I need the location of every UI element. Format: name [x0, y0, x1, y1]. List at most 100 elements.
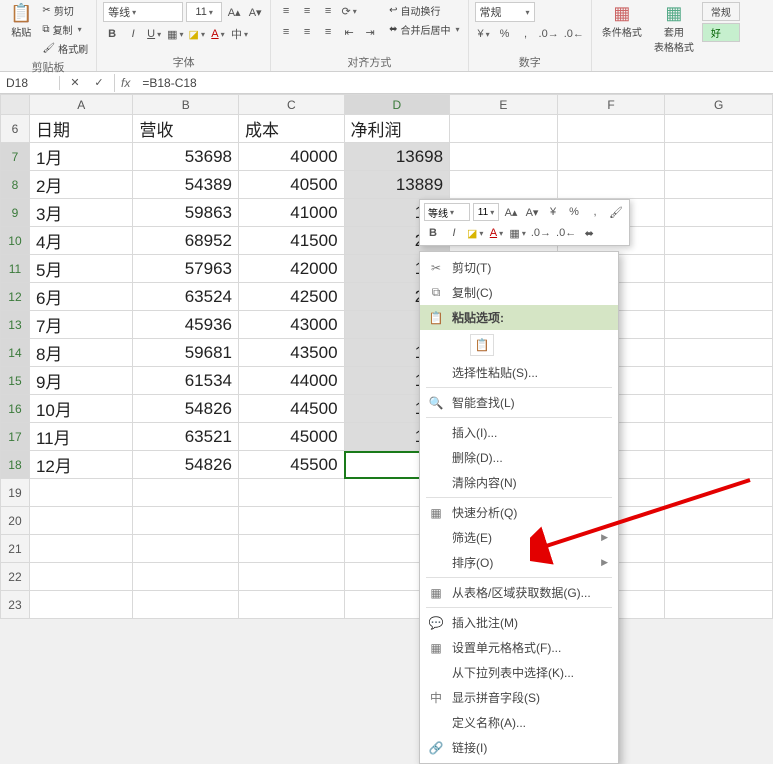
cell[interactable]: 13698: [344, 143, 450, 171]
cell[interactable]: 成本: [239, 115, 345, 143]
decrease-indent-button[interactable]: ⇤: [340, 23, 358, 41]
mini-currency-button[interactable]: ¥: [544, 203, 562, 221]
cell[interactable]: 44000: [239, 367, 345, 395]
cell[interactable]: 57963: [133, 255, 239, 283]
mini-inc-decimal-button[interactable]: .0→: [530, 224, 552, 242]
ctx-get-from-table[interactable]: ▦从表格/区域获取数据(G)...: [420, 580, 618, 605]
fill-color-button[interactable]: ◪▾: [188, 25, 206, 43]
column-header[interactable]: D: [344, 95, 450, 115]
align-center-button[interactable]: ≡: [298, 23, 316, 41]
ctx-quick-analysis[interactable]: ▦快速分析(Q): [420, 500, 618, 525]
mini-increase-font[interactable]: A▴: [502, 203, 520, 221]
cell[interactable]: [665, 339, 773, 367]
cell[interactable]: 59863: [133, 199, 239, 227]
row-header[interactable]: 11: [1, 255, 30, 283]
row-header[interactable]: 23: [1, 591, 30, 619]
cell[interactable]: 13889: [344, 171, 450, 199]
cell[interactable]: [133, 479, 239, 507]
cell[interactable]: [665, 199, 773, 227]
row-header[interactable]: 16: [1, 395, 30, 423]
font-name-select[interactable]: 等线▾: [103, 2, 183, 22]
row-header[interactable]: 8: [1, 171, 30, 199]
orientation-button[interactable]: ⟳▾: [340, 2, 358, 20]
cell[interactable]: [665, 591, 773, 619]
cell[interactable]: [665, 115, 773, 143]
row-header[interactable]: 22: [1, 563, 30, 591]
row-header[interactable]: 13: [1, 311, 30, 339]
row-header[interactable]: 6: [1, 115, 30, 143]
cell[interactable]: 42000: [239, 255, 345, 283]
border-button[interactable]: ▦▾: [166, 25, 184, 43]
cell[interactable]: 净利润: [344, 115, 450, 143]
cell[interactable]: 1月: [29, 143, 132, 171]
cut-button[interactable]: ✂ 剪切: [40, 2, 90, 19]
cell[interactable]: [239, 591, 345, 619]
mini-decrease-font[interactable]: A▾: [523, 203, 541, 221]
mini-fill-color-button[interactable]: ◪▾: [466, 224, 484, 242]
row-header[interactable]: 19: [1, 479, 30, 507]
underline-button[interactable]: U▾: [145, 25, 163, 43]
cell[interactable]: [665, 283, 773, 311]
cell[interactable]: [665, 423, 773, 451]
mini-border-button[interactable]: ▦▾: [508, 224, 526, 242]
cell[interactable]: [665, 143, 773, 171]
table-style-button[interactable]: ▦ 套用 表格格式: [650, 2, 698, 56]
ctx-define-name[interactable]: 定义名称(A)...: [420, 710, 618, 735]
cell[interactable]: [239, 563, 345, 591]
cell[interactable]: 40000: [239, 143, 345, 171]
cell[interactable]: [665, 395, 773, 423]
cell[interactable]: 41500: [239, 227, 345, 255]
formula-input[interactable]: =B18-C18: [136, 76, 202, 90]
cell[interactable]: 45000: [239, 423, 345, 451]
ctx-show-pinyin[interactable]: 中显示拼音字段(S): [420, 685, 618, 710]
style-normal[interactable]: 常规: [702, 2, 740, 21]
select-all-corner[interactable]: [1, 95, 30, 115]
cell[interactable]: 营收: [133, 115, 239, 143]
cell[interactable]: 日期: [29, 115, 132, 143]
align-bottom-button[interactable]: ≡: [319, 2, 337, 20]
cell[interactable]: [239, 479, 345, 507]
mini-size-select[interactable]: 11▾: [473, 203, 499, 221]
cell[interactable]: 9月: [29, 367, 132, 395]
column-header[interactable]: G: [665, 95, 773, 115]
cell[interactable]: [133, 563, 239, 591]
conditional-format-button[interactable]: ▦ 条件格式: [598, 2, 646, 41]
row-header[interactable]: 12: [1, 283, 30, 311]
cell[interactable]: 63524: [133, 283, 239, 311]
format-painter-button[interactable]: 🖌 格式刷: [40, 40, 90, 57]
cell[interactable]: 45500: [239, 451, 345, 479]
increase-indent-button[interactable]: ⇥: [361, 23, 379, 41]
cell[interactable]: 43000: [239, 311, 345, 339]
cell[interactable]: 54389: [133, 171, 239, 199]
ctx-filter[interactable]: 筛选(E)▶: [420, 525, 618, 550]
cell[interactable]: [665, 255, 773, 283]
increase-decimal-button[interactable]: .0→: [538, 25, 560, 43]
column-header[interactable]: E: [450, 95, 558, 115]
cell[interactable]: 63521: [133, 423, 239, 451]
cell[interactable]: [665, 171, 773, 199]
ctx-insert[interactable]: 插入(I)...: [420, 420, 618, 445]
ctx-paste-option-1[interactable]: 📋: [420, 330, 618, 360]
cell[interactable]: [239, 535, 345, 563]
cell[interactable]: [29, 591, 132, 619]
cell[interactable]: [665, 479, 773, 507]
ctx-sort[interactable]: 排序(O)▶: [420, 550, 618, 575]
cell[interactable]: 54826: [133, 451, 239, 479]
bold-button[interactable]: B: [103, 25, 121, 43]
mini-merge-button[interactable]: ⬌: [580, 224, 598, 242]
cell[interactable]: 59681: [133, 339, 239, 367]
cell[interactable]: 12月: [29, 451, 132, 479]
decrease-font-button[interactable]: A▾: [246, 3, 264, 21]
row-header[interactable]: 7: [1, 143, 30, 171]
cell[interactable]: 4月: [29, 227, 132, 255]
align-middle-button[interactable]: ≡: [298, 2, 316, 20]
ctx-copy[interactable]: ⧉复制(C): [420, 280, 618, 305]
row-header[interactable]: 10: [1, 227, 30, 255]
cell[interactable]: [665, 507, 773, 535]
copy-button[interactable]: ⧉ 复制 ▾: [40, 21, 90, 38]
cell[interactable]: 42500: [239, 283, 345, 311]
align-left-button[interactable]: ≡: [277, 23, 295, 41]
ctx-pick-from-list[interactable]: 从下拉列表中选择(K)...: [420, 660, 618, 685]
column-header[interactable]: C: [239, 95, 345, 115]
ctx-link[interactable]: 🔗链接(I): [420, 735, 618, 760]
